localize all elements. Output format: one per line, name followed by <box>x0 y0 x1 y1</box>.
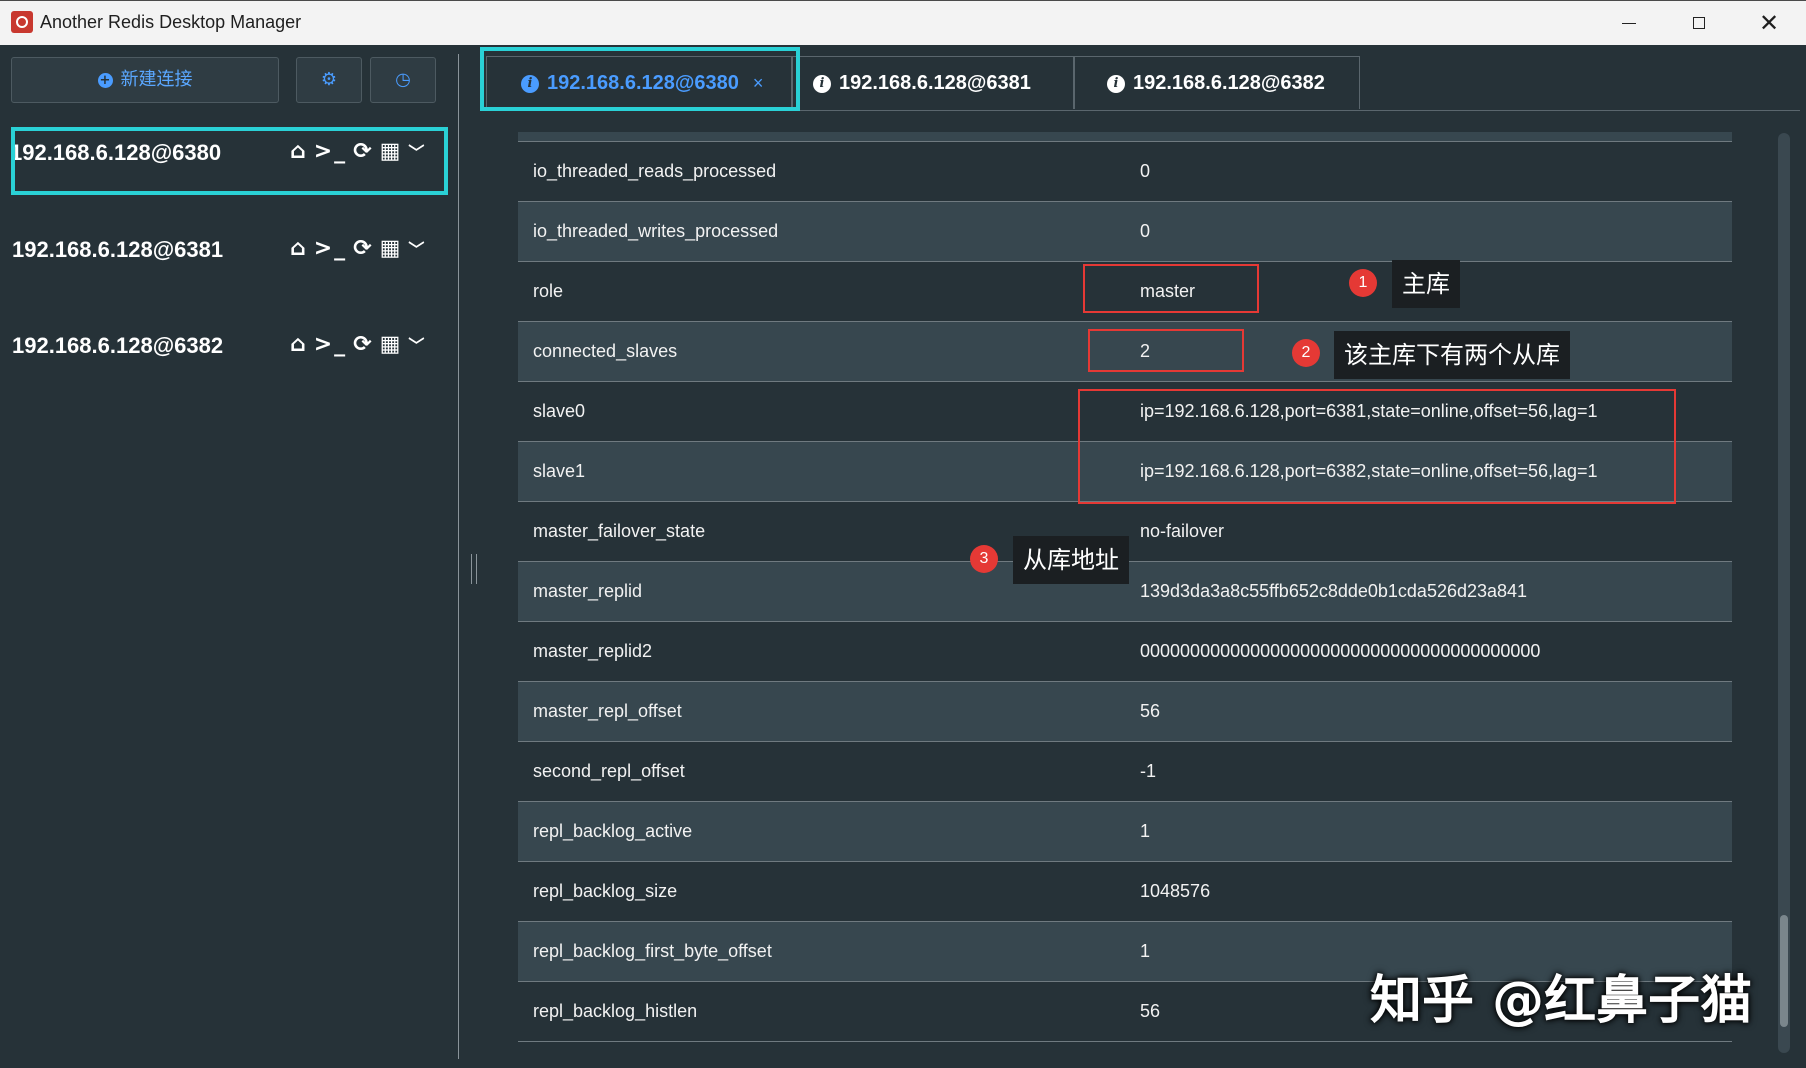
sidebar: +新建连接 ⚙ ◷ 192.168.6.128@6380 ⌂>_⟳▦﹀ 192.… <box>0 45 456 1068</box>
maximize-button[interactable] <box>1664 1 1734 46</box>
terminal-icon[interactable]: >_ <box>314 236 347 261</box>
table-row: io_threaded_reads_processed 0 <box>518 142 1732 202</box>
slaves-annotation-box <box>1088 329 1244 372</box>
connection-name: 192.168.6.128@6381 <box>12 237 223 263</box>
new-connection-label: 新建连接 <box>121 69 193 90</box>
minimize-button[interactable] <box>1594 1 1664 46</box>
annotation-tip-slaves: 该主库下有两个从库 <box>1334 331 1570 379</box>
row-value: 1048576 <box>1140 881 1210 902</box>
row-value: 0000000000000000000000000000000000000000 <box>1140 641 1540 662</box>
new-connection-button[interactable]: + 新建连接 <box>11 57 279 103</box>
settings-button[interactable]: ⚙ <box>296 57 362 103</box>
history-button[interactable]: ◷ <box>370 57 436 103</box>
row-key: connected_slaves <box>533 341 677 362</box>
resize-handle[interactable] <box>471 554 477 584</box>
row-key: repl_backlog_active <box>533 821 692 842</box>
annotation-tip-master: 主库 <box>1392 260 1460 308</box>
row-value: -1 <box>1140 761 1156 782</box>
close-icon: ✕ <box>1759 9 1779 37</box>
row-key: slave1 <box>533 461 585 482</box>
row-key: master_replid <box>533 581 642 602</box>
table-row: io_threaded_writes_processed 0 <box>518 202 1732 262</box>
home-icon[interactable]: ⌂ <box>290 236 308 261</box>
connection-name: 192.168.6.128@6382 <box>12 333 223 359</box>
role-annotation-box <box>1083 264 1259 313</box>
row-value: 56 <box>1140 1001 1160 1022</box>
row-key: master_failover_state <box>533 521 705 542</box>
connection-actions: ⌂>_⟳ ▦﹀ <box>290 236 432 261</box>
table-row-partial <box>518 132 1732 142</box>
home-icon[interactable]: ⌂ <box>290 332 308 357</box>
tab-label: 192.168.6.128@6382 <box>1133 72 1325 94</box>
row-key: repl_backlog_first_byte_offset <box>533 941 772 962</box>
info-icon: i <box>813 75 831 93</box>
row-key: io_threaded_writes_processed <box>533 221 778 242</box>
table-row: master_repl_offset 56 <box>518 682 1732 742</box>
row-key: repl_backlog_size <box>533 881 677 902</box>
grid-icon[interactable]: ▦ <box>380 236 403 261</box>
annotation-badge-1: 1 <box>1349 269 1377 297</box>
window-title: Another Redis Desktop Manager <box>40 12 301 33</box>
tab-6382[interactable]: i 192.168.6.128@6382 <box>1074 56 1360 109</box>
row-value: 1 <box>1140 941 1150 962</box>
close-window-button[interactable]: ✕ <box>1734 1 1804 46</box>
row-key: second_repl_offset <box>533 761 685 782</box>
row-value: 56 <box>1140 701 1160 722</box>
connection-actions: ⌂>_⟳ ▦﹀ <box>290 332 432 357</box>
row-key: master_replid2 <box>533 641 652 662</box>
scrollbar-thumb[interactable] <box>1780 915 1788 1027</box>
connection-highlight-box <box>11 127 448 195</box>
gear-icon: ⚙ <box>321 69 337 90</box>
row-key: io_threaded_reads_processed <box>533 161 776 182</box>
chevron-down-icon[interactable]: ﹀ <box>408 332 426 356</box>
info-icon: i <box>1107 75 1125 93</box>
chevron-down-icon[interactable]: ﹀ <box>408 236 426 260</box>
row-key: slave0 <box>533 401 585 422</box>
annotation-badge-2: 2 <box>1292 339 1320 367</box>
refresh-icon[interactable]: ⟳ <box>353 236 373 261</box>
connection-item[interactable]: 192.168.6.128@6382 ⌂>_⟳ ▦﹀ <box>0 319 456 375</box>
slave-address-annotation-box <box>1078 389 1676 504</box>
tab-6381[interactable]: i 192.168.6.128@6381 <box>792 56 1074 109</box>
annotation-badge-3: 3 <box>970 545 998 573</box>
row-value: no-failover <box>1140 521 1224 542</box>
terminal-icon[interactable]: >_ <box>314 332 347 357</box>
panel-divider <box>458 54 459 1059</box>
tab-label: 192.168.6.128@6381 <box>839 72 1031 94</box>
table-row: repl_backlog_active 1 <box>518 802 1732 862</box>
table-row: repl_backlog_size 1048576 <box>518 862 1732 922</box>
annotation-tip-slave-address: 从库地址 <box>1013 536 1129 584</box>
row-key: master_repl_offset <box>533 701 682 722</box>
app-logo-icon <box>11 11 33 33</box>
table-row: second_repl_offset -1 <box>518 742 1732 802</box>
grid-icon[interactable]: ▦ <box>380 332 403 357</box>
row-value: 0 <box>1140 161 1150 182</box>
plus-circle-icon: + <box>98 73 113 88</box>
row-key: repl_backlog_histlen <box>533 1001 697 1022</box>
row-key: role <box>533 281 563 302</box>
row-value: 1 <box>1140 821 1150 842</box>
watermark: 知乎 @红鼻子猫 <box>1370 958 1752 1033</box>
connection-item[interactable]: 192.168.6.128@6381 ⌂>_⟳ ▦﹀ <box>0 223 456 279</box>
row-value: 139d3da3a8c55ffb652c8dde0b1cda526d23a841 <box>1140 581 1527 602</box>
tab-highlight-box <box>480 47 800 111</box>
table-row: master_replid2 00000000000000000000000000… <box>518 622 1732 682</box>
row-value: 0 <box>1140 221 1150 242</box>
clock-icon: ◷ <box>395 69 411 90</box>
refresh-icon[interactable]: ⟳ <box>353 332 373 357</box>
title-bar: Another Redis Desktop Manager ✕ <box>0 0 1806 45</box>
